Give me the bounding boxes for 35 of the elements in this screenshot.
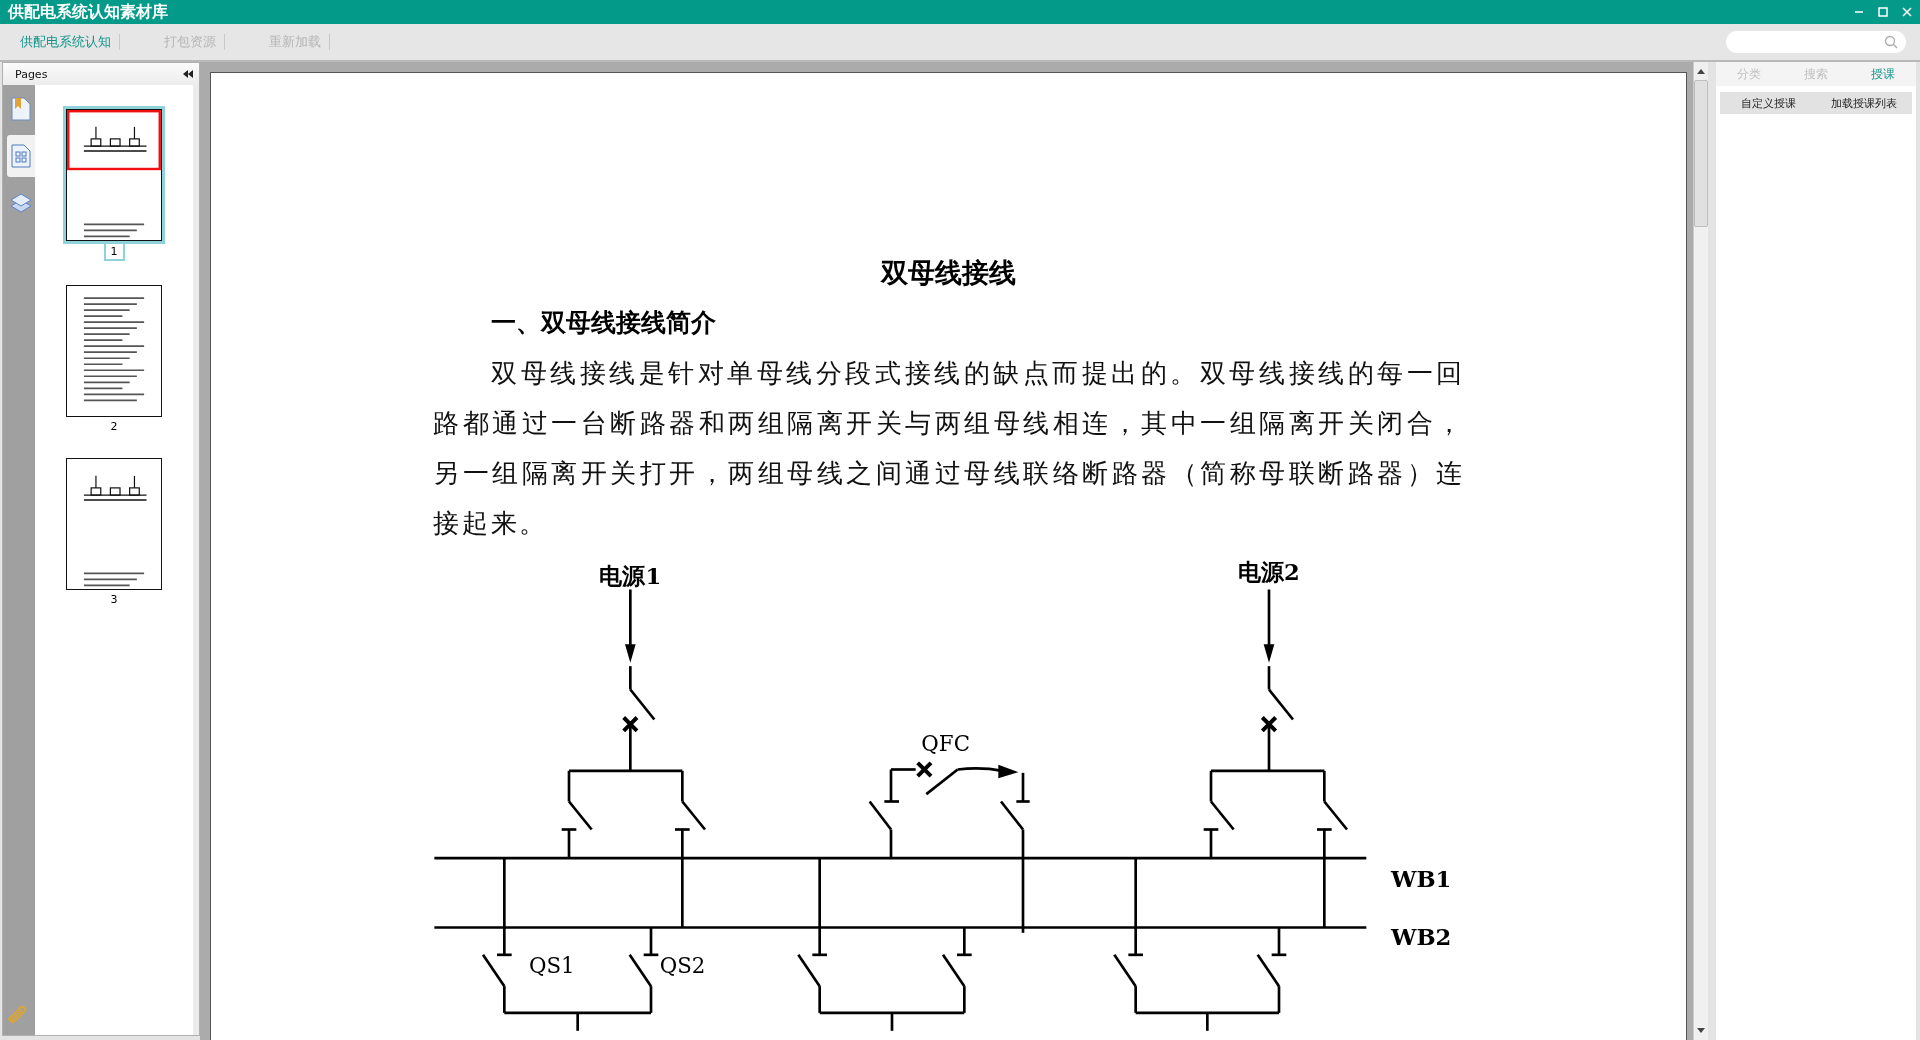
- search-field[interactable]: [1726, 31, 1906, 53]
- panel-button[interactable]: 加载授课列表: [1816, 92, 1912, 114]
- scroll-up-icon[interactable]: [1697, 68, 1705, 74]
- layers-icon[interactable]: [10, 192, 32, 214]
- scroll-down-icon[interactable]: [1697, 1028, 1705, 1034]
- bus-label: WB1: [1391, 866, 1452, 893]
- page-thumbnail[interactable]: [66, 109, 162, 241]
- breaker-label: QFC: [921, 730, 970, 756]
- page-thumbnail[interactable]: [66, 285, 162, 417]
- panel-title: Pages: [15, 67, 48, 81]
- document-title: 双母线接线: [879, 256, 1017, 290]
- close-icon[interactable]: [1902, 7, 1912, 17]
- source-label: 电源2: [1238, 559, 1300, 586]
- scrollbar[interactable]: [1693, 62, 1708, 1040]
- search-icon: [1884, 35, 1898, 49]
- bus-label: WB2: [1391, 924, 1452, 951]
- collapse-icon[interactable]: [183, 70, 193, 78]
- section-heading: 一、双母线接线简介: [490, 307, 717, 339]
- thumbnails-icon[interactable]: [11, 144, 31, 168]
- paragraph: 双母线接线是针对单母线分段式接线的缺点而提出的。双母线接线的每一回路都通过一台断路器和两组隔离开关与两组母线相连，其中一组隔离开关闭合，另一组隔离开关打开，两组母线之间通过母线联络断路器（简称母联断路器）连接起来。: [433, 357, 1465, 540]
- page-number: 3: [109, 592, 119, 607]
- switch-label: QS1: [529, 953, 575, 979]
- switch-label: QS2: [659, 953, 706, 979]
- page-number: 2: [109, 419, 119, 434]
- paperclip-icon[interactable]: [7, 1003, 29, 1025]
- source-label: 电源1: [599, 563, 662, 590]
- page-thumbnail[interactable]: [66, 458, 162, 590]
- bookmark-icon[interactable]: [11, 97, 31, 121]
- toolbar-tab[interactable]: 供配电系统认知: [14, 33, 117, 51]
- maximize-icon[interactable]: [1878, 7, 1888, 17]
- window-title: 供配电系统认知素材库: [8, 1, 168, 23]
- scroll-thumb[interactable]: [1694, 80, 1708, 227]
- panel-button[interactable]: 自定义授课: [1720, 92, 1816, 114]
- panel-tab[interactable]: 授课: [1870, 65, 1895, 83]
- page-number: 1: [103, 244, 125, 261]
